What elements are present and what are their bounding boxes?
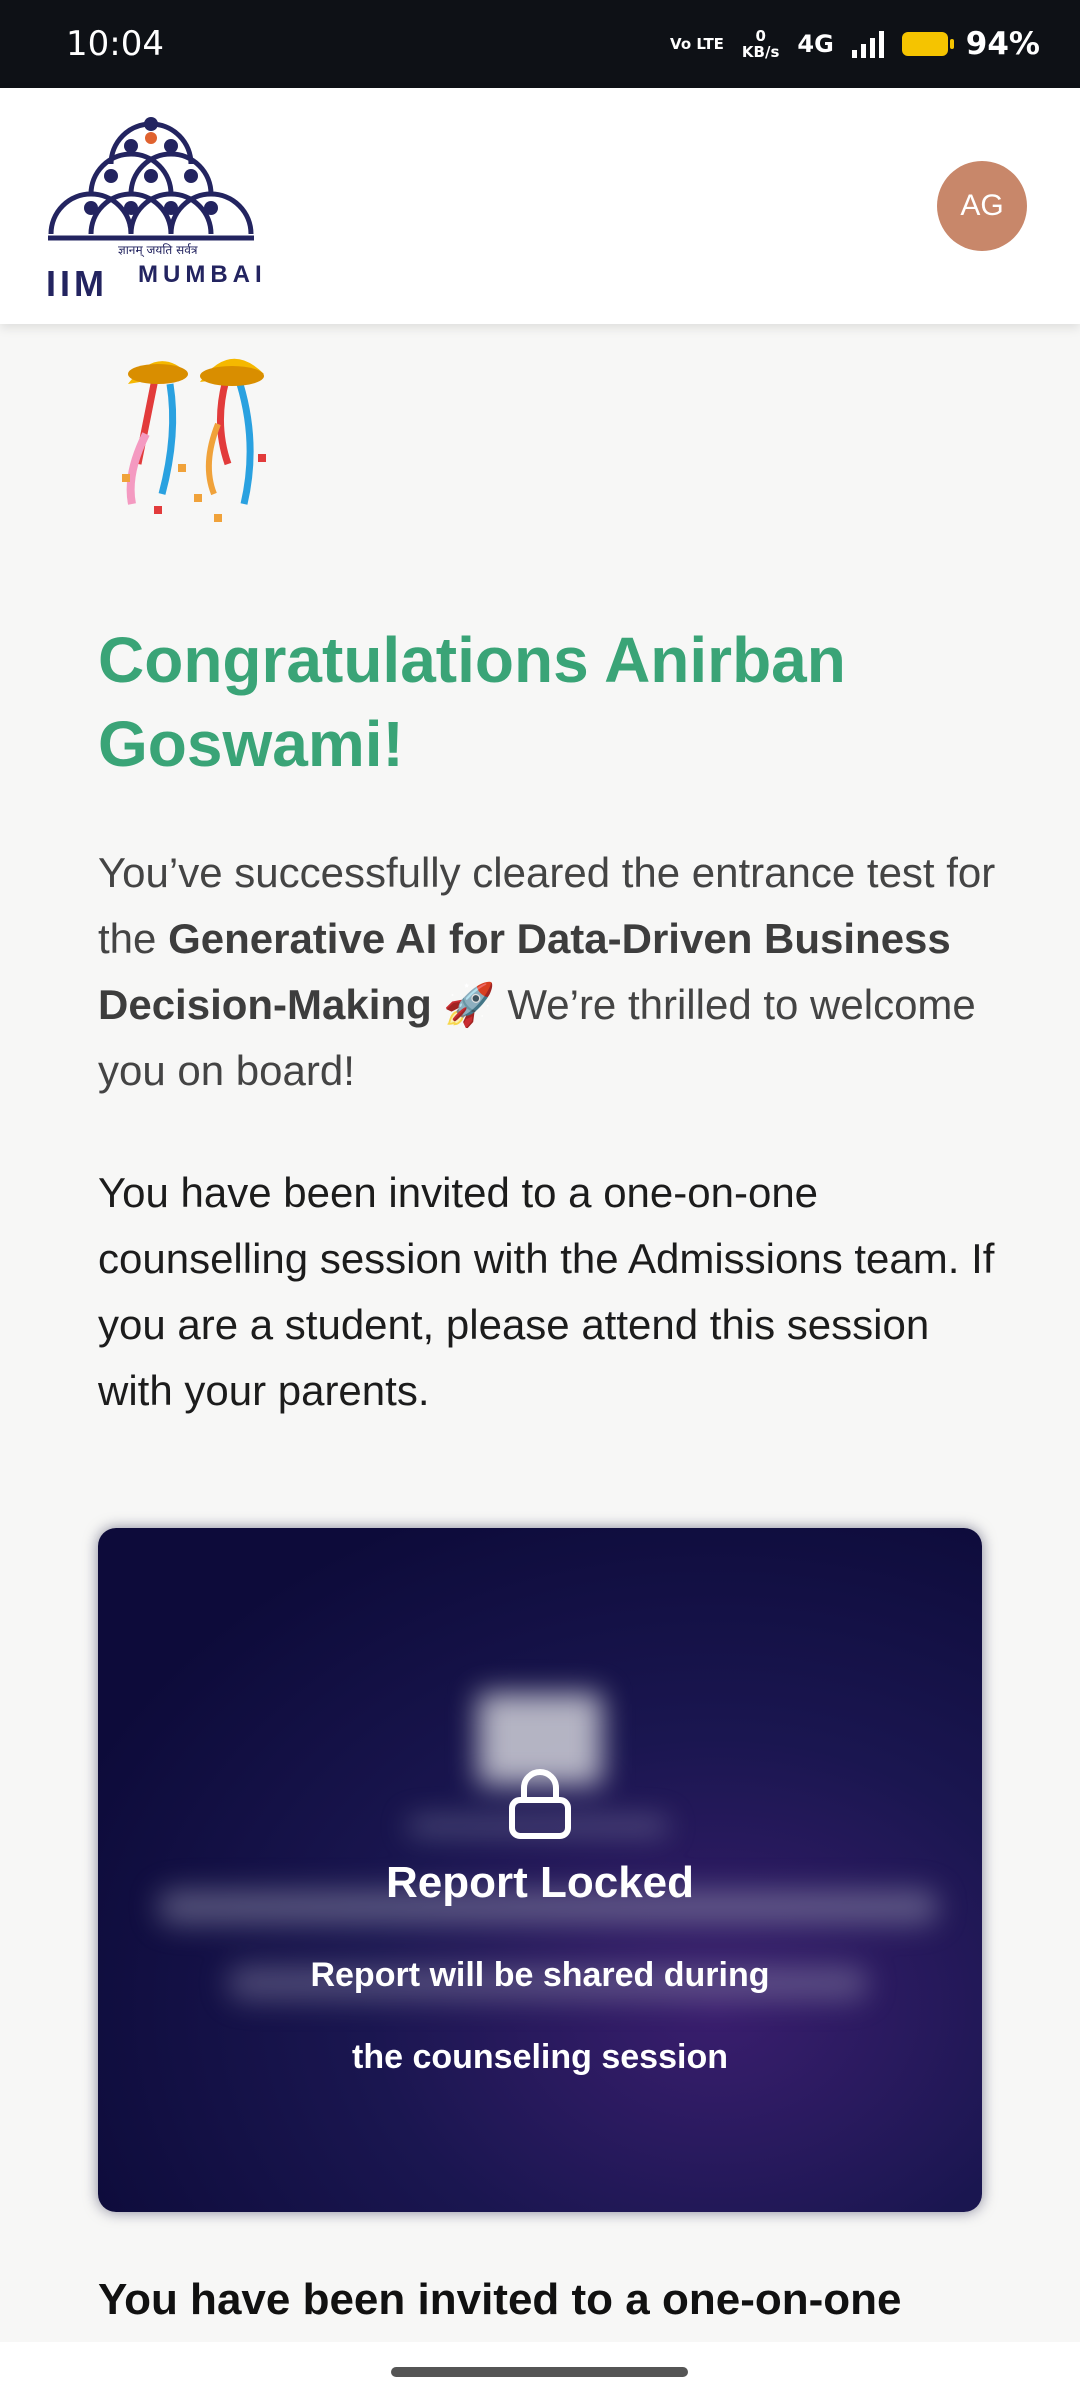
report-locked-title: Report Locked (385, 1858, 695, 1907)
congratulations-heading: Congratulations Anirban Goswami! (98, 624, 846, 780)
gesture-nav-bar (0, 2342, 1080, 2408)
signal-icon (851, 30, 884, 58)
report-locked-card[interactable]: Report Locked Report will be shared duri… (98, 1528, 982, 2212)
net-speed: 0 KB/s (742, 28, 779, 60)
app-header: ज्ञानम् जयति सर्वत्र IIM MUMBAI AG (0, 88, 1080, 324)
volte-indicator: Vo LTE (670, 35, 724, 53)
status-time: 10:04 (66, 24, 164, 64)
invite-heading: You have been invited to a one-on-one (98, 2275, 902, 2324)
home-gesture-handle[interactable] (391, 2367, 688, 2377)
report-locked-subtitle: Report will be shared during the counsel… (310, 1956, 770, 2076)
lock-icon (509, 1769, 571, 1839)
network-type: 4G (797, 30, 834, 58)
battery-percent: 94% (965, 26, 1040, 62)
iim-mumbai-logo[interactable]: ज्ञानम् जयति सर्वत्र IIM MUMBAI (46, 116, 296, 300)
intro-paragraph: You’ve successfully cleared the entrance… (98, 840, 998, 1104)
avatar[interactable]: AG (937, 161, 1027, 251)
rocket-icon: 🚀 (443, 981, 496, 1028)
party-popper-icon (122, 358, 266, 522)
battery-icon (901, 32, 954, 56)
invite-paragraph: You have been invited to a one-on-one co… (98, 1169, 995, 1414)
logo-mumbai: MUMBAI (138, 261, 267, 288)
status-icons: Vo LTE 0 KB/s 4G 94% (670, 26, 1040, 62)
status-bar: 10:04 Vo LTE 0 KB/s 4G 94% (0, 0, 1080, 88)
net-speed-unit: KB/s (741, 43, 780, 61)
logo-iim: IIM (46, 263, 108, 300)
logo-tagline: ज्ञानम् जयति सर्वत्र (118, 243, 198, 258)
